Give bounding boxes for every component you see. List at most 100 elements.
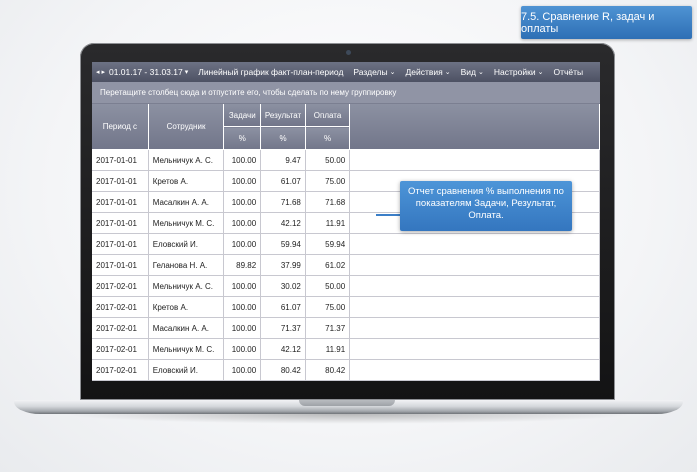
- cell-period: 2017-01-01: [92, 191, 149, 213]
- chevron-down-icon: ⌄: [537, 69, 544, 76]
- sections-menu[interactable]: Разделы ⌄: [353, 67, 395, 77]
- cell-period: 2017-01-01: [92, 233, 149, 255]
- column-header-period[interactable]: Период с: [92, 104, 149, 150]
- table-row[interactable]: 2017-02-01 Мельничук М. С. 100.00 42.12 11.9…: [92, 338, 600, 360]
- cell-period: 2017-01-01: [92, 149, 149, 171]
- cell-empty: [349, 149, 600, 171]
- cell-tasks: 89.82: [223, 254, 262, 276]
- date-range-dropdown[interactable]: 01.01.17 - 31.03.17 ▾: [109, 67, 188, 77]
- chevron-down-icon: ⌄: [389, 69, 396, 76]
- cell-period: 2017-02-01: [92, 317, 149, 339]
- info-tooltip: Отчет сравнения % выполнения по показате…: [400, 181, 572, 231]
- cell-employee: Мельничук А. С.: [148, 149, 225, 171]
- cell-empty: [349, 233, 600, 255]
- column-header-empty: [349, 104, 600, 150]
- settings-menu[interactable]: Настройки ⌄: [494, 67, 544, 77]
- cell-result: 71.37: [260, 317, 306, 339]
- reports-menu[interactable]: Отчёты: [553, 67, 583, 77]
- cell-empty: [349, 254, 600, 276]
- cell-employee: Мельничук М. С.: [148, 212, 225, 234]
- report-table: Период с Сотрудник Задачи Результат Опла…: [92, 104, 600, 381]
- chevron-down-icon: ⌄: [444, 69, 451, 76]
- cell-tasks: 100.00: [223, 338, 262, 360]
- cell-payment: 71.37: [305, 317, 351, 339]
- cell-period: 2017-02-01: [92, 275, 149, 297]
- cell-empty: [349, 359, 600, 381]
- camera-icon: [346, 50, 351, 55]
- cell-tasks: 100.00: [223, 233, 262, 255]
- cell-period: 2017-02-01: [92, 296, 149, 318]
- cell-employee: Масалкин А. А.: [148, 317, 225, 339]
- cell-result: 42.12: [260, 212, 306, 234]
- table-row[interactable]: 2017-01-01 Мельничук А. С. 100.00 9.47 50.00: [92, 149, 600, 171]
- date-range-label: 01.01.17 - 31.03.17: [108, 67, 183, 77]
- table-row[interactable]: 2017-01-01 Геланова Н. А. 89.82 37.99 61.02: [92, 254, 600, 276]
- table-row[interactable]: 2017-02-01 Еловский И. 100.00 80.42 80.42: [92, 359, 600, 381]
- cell-tasks: 100.00: [223, 191, 262, 213]
- cell-payment: 50.00: [305, 149, 351, 171]
- cell-payment: 75.00: [305, 170, 351, 192]
- cell-period: 2017-02-01: [92, 359, 149, 381]
- cell-empty: [349, 317, 600, 339]
- cell-payment: 11.91: [305, 338, 351, 360]
- cell-result: 30.02: [260, 275, 306, 297]
- cell-employee: Еловский И.: [148, 233, 225, 255]
- cell-result: 37.99: [260, 254, 306, 276]
- cell-employee: Мельничук М. С.: [148, 338, 225, 360]
- cell-result: 80.42: [260, 359, 306, 381]
- cell-period: 2017-01-01: [92, 254, 149, 276]
- cell-payment: 80.42: [305, 359, 351, 381]
- cell-tasks: 100.00: [223, 170, 262, 192]
- cell-period: 2017-01-01: [92, 170, 149, 192]
- cell-employee: Еловский И.: [148, 359, 225, 381]
- group-drop-zone[interactable]: Перетащите столбец сюда и отпустите его,…: [92, 82, 600, 104]
- cell-tasks: 100.00: [223, 296, 262, 318]
- cell-empty: [349, 338, 600, 360]
- unit-header-payment: %: [305, 126, 351, 150]
- column-header-result[interactable]: Результат: [260, 104, 306, 127]
- cell-payment: 61.02: [305, 254, 351, 276]
- view-menu[interactable]: Вид ⌄: [461, 67, 484, 77]
- table-row[interactable]: 2017-02-01 Масалкин А. А. 100.00 71.37 71.37: [92, 317, 600, 339]
- cell-tasks: 100.00: [223, 317, 262, 339]
- nav-arrows-icon[interactable]: ◂ ▸: [96, 68, 105, 76]
- cell-result: 59.94: [260, 233, 306, 255]
- cell-result: 61.07: [260, 170, 306, 192]
- cell-payment: 71.68: [305, 191, 351, 213]
- cell-tasks: 100.00: [223, 149, 262, 171]
- view-menu-label: Вид: [460, 67, 477, 77]
- cell-employee: Кретов А.: [148, 170, 225, 192]
- cell-result: 42.12: [260, 338, 306, 360]
- cell-tasks: 100.00: [223, 359, 262, 381]
- cell-payment: 11.91: [305, 212, 351, 234]
- cell-period: 2017-01-01: [92, 212, 149, 234]
- slide-title-badge: 7.5. Сравнение R, задач и оплаты: [521, 6, 692, 39]
- cell-employee: Мельничук А. С.: [148, 275, 225, 297]
- cell-employee: Геланова Н. А.: [148, 254, 225, 276]
- table-row[interactable]: 2017-02-01 Мельничук А. С. 100.00 30.02 50.0…: [92, 275, 600, 297]
- cell-result: 61.07: [260, 296, 306, 318]
- chevron-down-icon: ⌄: [478, 69, 484, 76]
- cell-payment: 75.00: [305, 296, 351, 318]
- cell-result: 9.47: [260, 149, 306, 171]
- laptop-notch: [299, 400, 395, 406]
- column-header-tasks[interactable]: Задачи: [223, 104, 262, 127]
- unit-header-result: %: [260, 126, 306, 150]
- cell-employee: Масалкин А. А.: [148, 191, 225, 213]
- cell-payment: 50.00: [305, 275, 351, 297]
- cell-tasks: 100.00: [223, 212, 262, 234]
- actions-menu[interactable]: Действия ⌄: [406, 67, 451, 77]
- cell-period: 2017-02-01: [92, 338, 149, 360]
- cell-empty: [349, 296, 600, 318]
- report-toolbar: ◂ ▸ 01.01.17 - 31.03.17 ▾ Линейный графи…: [92, 62, 600, 82]
- chart-link[interactable]: Линейный график факт-план-период: [198, 67, 343, 77]
- table-row[interactable]: 2017-01-01 Еловский И. 100.00 59.94 59.94: [92, 233, 600, 255]
- table-row[interactable]: 2017-02-01 Кретов А. 100.00 61.07 75.00: [92, 296, 600, 318]
- cell-empty: [349, 275, 600, 297]
- settings-menu-label: Настройки: [493, 67, 536, 77]
- column-header-payment[interactable]: Оплата: [305, 104, 351, 127]
- actions-menu-label: Действия: [405, 67, 443, 77]
- column-header-employee[interactable]: Сотрудник: [148, 104, 225, 150]
- cell-payment: 59.94: [305, 233, 351, 255]
- unit-header-tasks: %: [223, 126, 262, 150]
